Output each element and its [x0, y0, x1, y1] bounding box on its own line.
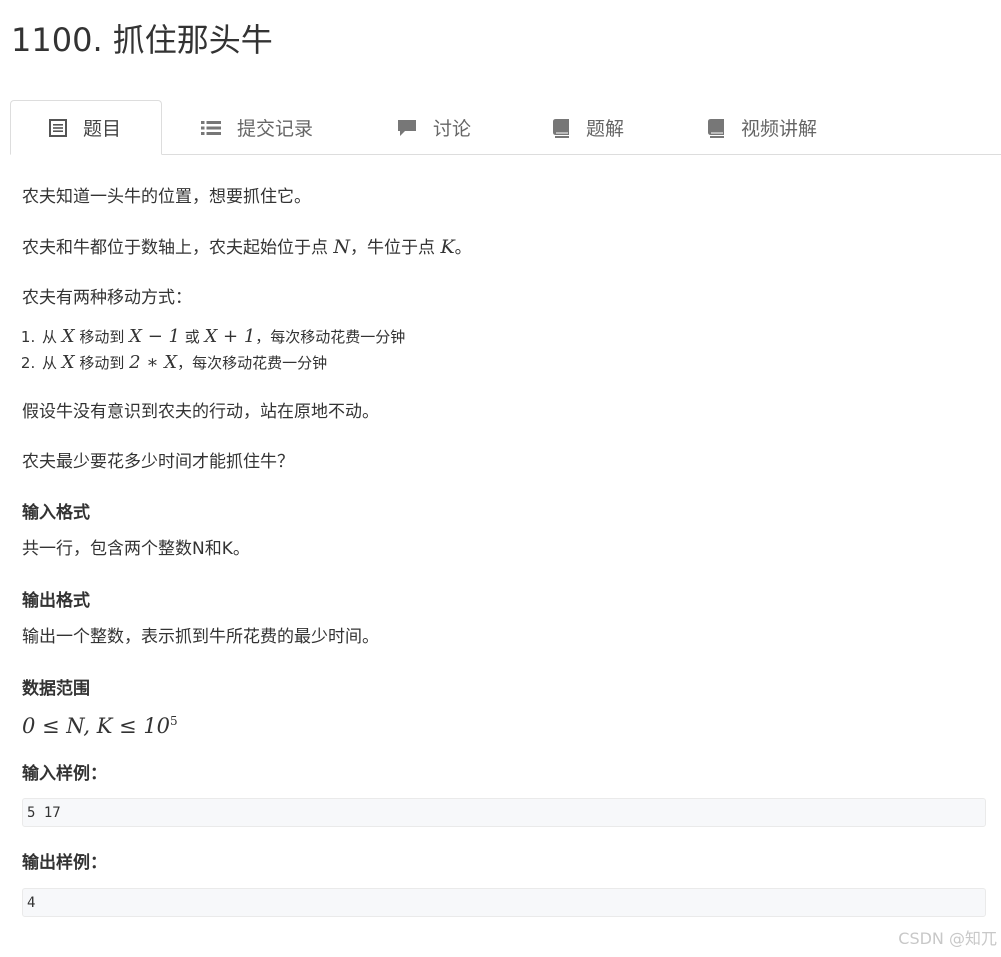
- list-doc-icon: [49, 118, 67, 137]
- problem-content: 农夫知道一头牛的位置，想要抓住它。 农夫和牛都位于数轴上，农夫起始位于点 N，牛…: [22, 185, 988, 917]
- tab-submissions[interactable]: 提交记录: [162, 100, 352, 155]
- input-format-text: 共一行，包含两个整数N和K。: [22, 539, 250, 559]
- tab-label: 题目: [83, 118, 122, 140]
- comment-icon: [398, 119, 416, 136]
- output-format-text: 输出一个整数，表示抓到牛所花费的最少时间。: [22, 627, 379, 647]
- tab-problem[interactable]: 题目: [10, 100, 162, 155]
- description-paragraph: 农夫最少要花多少时间才能抓住牛？: [22, 452, 294, 472]
- problem-tabs: 题目 提交记录 讨论 题解 视频讲解: [10, 100, 1001, 155]
- book-icon: [553, 118, 569, 138]
- problem-title: 1100. 抓住那头牛: [11, 21, 273, 59]
- description-paragraph: 农夫知道一头牛的位置，想要抓住它。: [22, 187, 311, 207]
- sample-output-heading: 输出样例：: [22, 853, 107, 873]
- sample-output-box[interactable]: 4: [22, 888, 986, 917]
- output-format-heading: 输出格式: [22, 591, 90, 611]
- list-icon: [201, 120, 221, 135]
- data-range-formula: 0 ≤ N, K ≤ 105: [22, 714, 178, 738]
- description-paragraph: 农夫有两种移动方式：: [22, 288, 192, 308]
- tab-discussion[interactable]: 讨论: [352, 100, 507, 155]
- sample-input-box[interactable]: 5 17: [22, 798, 986, 827]
- math-var-k: K: [440, 236, 455, 258]
- watermark: CSDN @知兀: [898, 929, 997, 948]
- math-var-n: N: [333, 236, 351, 258]
- move-list: 从 X 移动到 X − 1 或 X + 1，每次移动花费一分钟 从 X 移动到 …: [22, 324, 988, 376]
- description-paragraph: 假设牛没有意识到农夫的行动，站在原地不动。: [22, 402, 379, 422]
- description-paragraph: 农夫和牛都位于数轴上，农夫起始位于点 N，牛位于点 K。: [22, 236, 472, 258]
- tab-video-solutions[interactable]: 视频讲解: [662, 100, 852, 155]
- tab-label: 讨论: [433, 118, 472, 140]
- list-item: 从 X 移动到 2 ∗ X，每次移动花费一分钟: [40, 350, 988, 376]
- list-item: 从 X 移动到 X − 1 或 X + 1，每次移动花费一分钟: [40, 324, 988, 350]
- tab-label: 提交记录: [237, 118, 314, 140]
- tab-label: 题解: [586, 118, 625, 140]
- data-range-heading: 数据范围: [22, 679, 90, 699]
- input-format-heading: 输入格式: [22, 503, 90, 523]
- tab-label: 视频讲解: [741, 118, 818, 140]
- tab-solutions[interactable]: 题解: [507, 100, 662, 155]
- sample-input-heading: 输入样例：: [22, 764, 107, 784]
- book-icon: [708, 118, 724, 138]
